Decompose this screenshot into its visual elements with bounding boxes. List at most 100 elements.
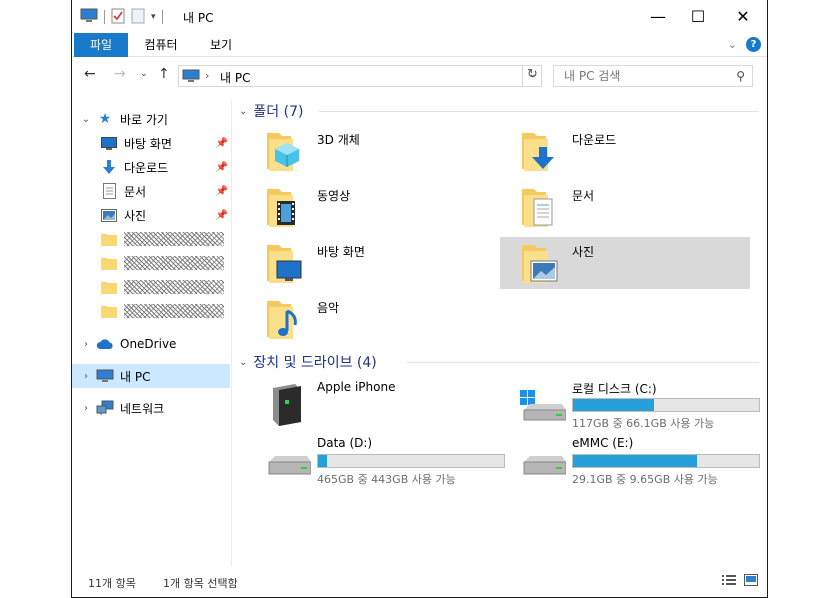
network-icon — [96, 400, 114, 416]
drive-free-space: 465GB 중 443GB 사용 가능 — [317, 473, 456, 486]
tab-file[interactable]: 파일 — [74, 33, 128, 57]
sidebar-item-redacted[interactable] — [72, 251, 230, 275]
drive-label: Data (D:) — [317, 436, 373, 450]
address-bar[interactable]: › 내 PC ⌄ — [178, 65, 542, 87]
sidebar-item-label: 바탕 화면 — [124, 136, 172, 151]
expand-chevron-icon[interactable]: › — [76, 403, 96, 414]
drive-free-space: 117GB 중 66.1GB 사용 가능 — [572, 417, 715, 430]
folder-tile-3d-objects[interactable]: 3D 개체 — [245, 125, 495, 177]
sidebar-item-downloads[interactable]: 다운로드 📌 — [72, 155, 230, 179]
expand-chevron-icon[interactable]: › — [76, 339, 96, 350]
drive-tile-e[interactable]: eMMC (E:) 29.1GB 중 9.65GB 사용 가능 — [500, 434, 760, 488]
sidebar-item-desktop[interactable]: 바탕 화면 📌 — [72, 131, 230, 155]
breadcrumb-item[interactable]: 내 PC — [220, 69, 250, 86]
drive-tile-d[interactable]: Data (D:) 465GB 중 443GB 사용 가능 — [245, 434, 505, 488]
drive-usage-fill — [573, 455, 698, 467]
sidebar-item-label: 사진 — [124, 208, 147, 223]
folder-tile-desktop[interactable]: 바탕 화면 — [245, 237, 495, 289]
sidebar-item-network[interactable]: › 네트워크 — [72, 396, 230, 420]
recent-locations-chevron-icon[interactable]: ⌄ — [140, 69, 148, 79]
drive-tile-c[interactable]: 로컬 디스크 (C:) 117GB 중 66.1GB 사용 가능 — [500, 378, 760, 432]
sidebar-item-this-pc[interactable]: › 내 PC — [72, 364, 230, 388]
drive-usage-bar — [572, 398, 760, 412]
group-divider — [407, 361, 759, 363]
close-button[interactable]: ✕ — [720, 0, 766, 33]
status-bar: 11개 항목 1개 항목 선택함 — [72, 566, 767, 597]
collapse-chevron-icon[interactable]: ⌄ — [239, 106, 247, 117]
drive-label: 로컬 디스크 (C:) — [572, 382, 657, 396]
refresh-button[interactable]: ↻ — [522, 65, 542, 87]
folder-label: 3D 개체 — [317, 133, 360, 147]
redacted-label — [124, 280, 224, 294]
pin-icon: 📌 — [215, 185, 228, 197]
cloud-icon — [96, 336, 114, 352]
drive-free-space: 29.1GB 중 9.65GB 사용 가능 — [572, 473, 718, 486]
computer-icon — [182, 69, 200, 86]
drive-usage-bar — [572, 454, 760, 468]
collapse-chevron-icon[interactable]: ⌄ — [239, 357, 247, 368]
folder-tile-videos[interactable]: 동영상 — [245, 181, 495, 233]
details-view-icon[interactable] — [722, 574, 736, 589]
back-arrow-icon[interactable]: ← — [84, 66, 96, 82]
large-icons-view-icon[interactable] — [744, 574, 758, 589]
folder-label: 문서 — [572, 189, 595, 203]
download-icon — [100, 159, 118, 175]
folder-tile-documents[interactable]: 문서 — [500, 181, 750, 233]
desktop-icon — [100, 135, 118, 151]
hard-drive-icon — [265, 444, 312, 481]
sidebar-item-label: 내 PC — [120, 369, 151, 384]
pictures-icon — [100, 207, 118, 223]
help-icon[interactable]: ? — [746, 37, 761, 52]
sidebar-item-documents[interactable]: 문서 📌 — [72, 179, 230, 203]
window-title: 내 PC — [183, 11, 214, 25]
up-arrow-icon[interactable]: ↑ — [158, 66, 170, 82]
folder-tile-downloads[interactable]: 다운로드 — [500, 125, 750, 177]
item-count: 11개 항목 — [88, 577, 136, 590]
customize-dropdown-icon[interactable]: ▾ — [151, 12, 156, 22]
toolbar-divider — [104, 10, 105, 24]
music-folder-icon — [265, 297, 305, 344]
folder-icon — [100, 231, 118, 247]
new-folder-icon[interactable] — [131, 8, 145, 27]
expand-ribbon-chevron-icon[interactable]: ⌄ — [728, 38, 737, 51]
group-header-label: 장치 및 드라이브 (4) — [253, 355, 377, 371]
document-icon — [100, 183, 118, 199]
sidebar-item-onedrive[interactable]: › OneDrive — [72, 332, 230, 356]
properties-icon[interactable] — [111, 8, 125, 27]
collapse-chevron-icon[interactable]: ⌄ — [76, 114, 96, 125]
sidebar-item-redacted[interactable] — [72, 299, 230, 323]
folder-tile-music[interactable]: 음악 — [245, 293, 495, 345]
computer-icon — [96, 368, 114, 384]
group-divider — [319, 110, 759, 112]
folder-icon — [100, 255, 118, 271]
breadcrumb-separator-icon[interactable]: › — [205, 69, 209, 82]
expand-chevron-icon[interactable]: › — [76, 371, 96, 382]
tab-computer[interactable]: 컴퓨터 — [134, 33, 188, 57]
phone-device-icon — [265, 382, 305, 431]
group-header-devices[interactable]: ⌄ 장치 및 드라이브 (4) — [239, 351, 759, 373]
tab-view[interactable]: 보기 — [196, 33, 246, 57]
forward-arrow-icon[interactable]: → — [114, 66, 126, 82]
group-header-folders[interactable]: ⌄ 폴더 (7) — [239, 100, 759, 122]
computer-icon — [80, 8, 98, 27]
sidebar-item-redacted[interactable] — [72, 227, 230, 251]
navigation-bar: ← → ⌄ ↑ › 내 PC ⌄ ↻ ⚲ — [72, 57, 767, 93]
hard-drive-icon — [520, 444, 567, 481]
search-icon[interactable]: ⚲ — [736, 69, 745, 83]
folder-icon — [100, 279, 118, 295]
sidebar-item-label: 네트워크 — [120, 401, 165, 416]
pin-icon: 📌 — [215, 209, 228, 221]
search-input[interactable] — [554, 66, 724, 86]
folder-icon — [100, 303, 118, 319]
redacted-label — [124, 232, 224, 246]
search-box[interactable]: ⚲ — [553, 65, 753, 87]
maximize-button[interactable]: ☐ — [675, 0, 721, 33]
ribbon-tabs: 파일 컴퓨터 보기 ⌄ ? — [72, 33, 767, 57]
sidebar-item-pictures[interactable]: 사진 📌 — [72, 203, 230, 227]
folder-tile-pictures[interactable]: 사진 — [500, 237, 750, 289]
sidebar-item-redacted[interactable] — [72, 275, 230, 299]
sidebar-item-quick-access[interactable]: ⌄ ★ 바로 가기 — [72, 107, 230, 131]
drive-usage-bar — [317, 454, 505, 468]
sidebar-item-label: 바로 가기 — [120, 112, 168, 127]
device-tile-iphone[interactable]: Apple iPhone — [245, 378, 495, 430]
